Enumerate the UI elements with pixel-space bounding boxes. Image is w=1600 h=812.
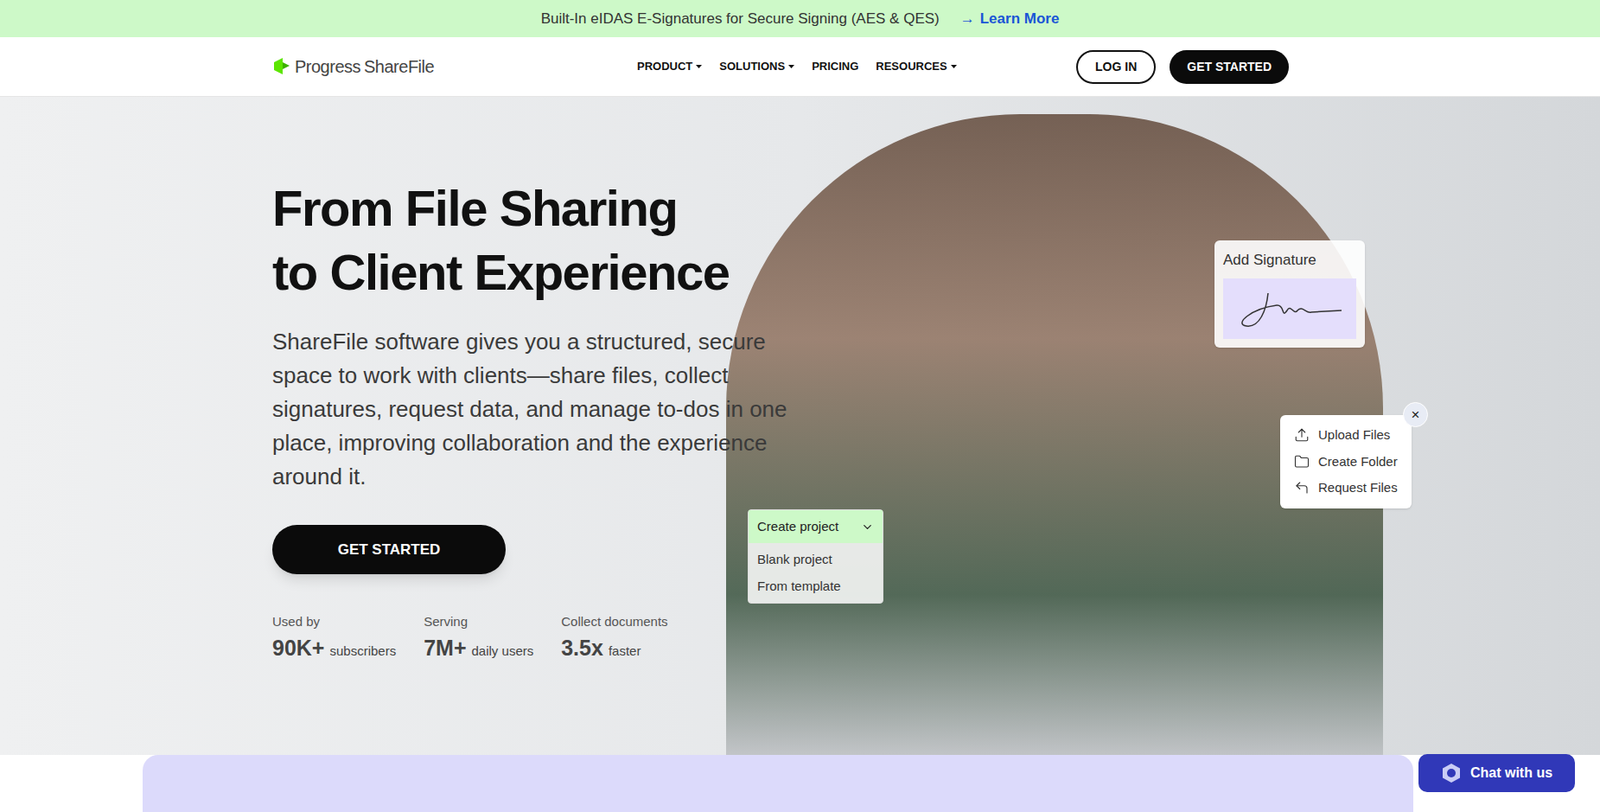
logo-icon <box>272 57 292 77</box>
menu-item-icon <box>1294 479 1310 496</box>
chevron-icon <box>860 520 874 534</box>
logo[interactable]: ProgressShareFile <box>272 53 636 80</box>
upload-menu-item[interactable]: Create Folder <box>1294 452 1398 472</box>
stat: Serving7M+daily users <box>423 611 534 664</box>
signature-box[interactable] <box>1223 278 1357 339</box>
feature-card <box>142 754 1414 812</box>
banner-text: Built-In eIDAS E-Signatures for Secure S… <box>541 7 940 31</box>
chat-button[interactable]: Chat with us <box>1418 753 1575 792</box>
stat: Used by90K+subscribers <box>272 611 396 664</box>
signature-icon <box>1233 284 1346 333</box>
caret-icon <box>950 64 957 70</box>
hero-description: ShareFile software gives you a structure… <box>272 325 826 494</box>
project-option[interactable]: Blank project <box>757 549 874 570</box>
promo-banner: Built-In eIDAS E-Signatures for Secure S… <box>0 0 1600 38</box>
page: Built-In eIDAS E-Signatures for Secure S… <box>0 0 1600 812</box>
upload-menu-item[interactable]: Request Files <box>1294 478 1398 498</box>
stat: Collect documents3.5xfaster <box>560 611 668 664</box>
upload-menu-item[interactable]: Upload Files <box>1294 425 1398 446</box>
project-dropdown: Create project Blank project From template <box>747 509 884 604</box>
get-started-hero-button[interactable]: GET STARTED <box>272 524 506 574</box>
menu-item-icon <box>1294 453 1310 470</box>
main-nav: PRODUCT SOLUTIONS PRICING RESOURCES <box>637 57 957 76</box>
nav-item[interactable]: PRODUCT <box>637 57 702 76</box>
login-button[interactable]: LOG IN <box>1076 50 1156 84</box>
close-menu-button[interactable]: × <box>1402 401 1428 428</box>
hero-title: From File Sharingto Client Experience <box>272 176 1600 305</box>
learn-more-link[interactable]: →Learn More <box>960 7 1060 31</box>
hero: From File Sharingto Client Experience Sha… <box>0 96 1600 755</box>
nav-item[interactable]: SOLUTIONS <box>719 57 795 76</box>
nav-item[interactable]: RESOURCES <box>875 57 957 76</box>
stats: Used by90K+subscribers Serving7M+daily us… <box>272 611 1600 664</box>
caret-icon <box>788 64 795 70</box>
caret-icon <box>695 64 702 70</box>
get-started-nav-button[interactable]: GET STARTED <box>1169 50 1289 84</box>
project-option[interactable]: From template <box>757 576 874 597</box>
upload-menu: Upload Files Create Folder Request Files <box>1280 414 1412 509</box>
signature-card: Add Signature <box>1214 240 1365 348</box>
nav-item[interactable]: PRICING <box>811 57 859 76</box>
chat-hexagon-icon <box>1440 762 1462 784</box>
navbar: ProgressShareFilePRODUCT SOLUTIONS PRICING… <box>0 37 1600 97</box>
menu-item-icon <box>1294 427 1310 443</box>
project-dropdown-toggle[interactable]: Create project <box>748 509 883 543</box>
